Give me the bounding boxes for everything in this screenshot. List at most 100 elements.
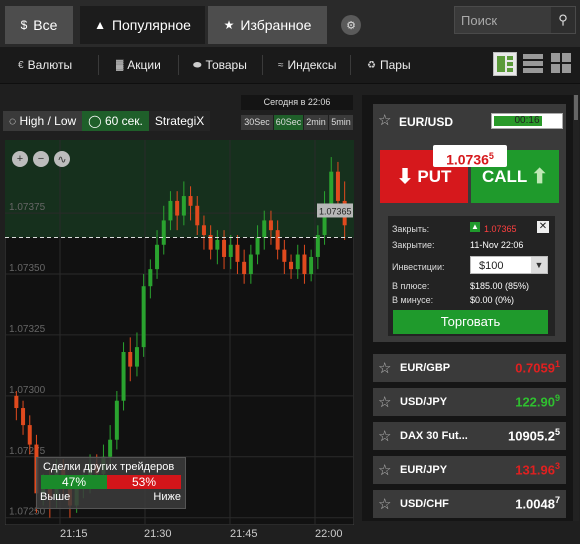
candle [262, 220, 267, 238]
asset-row[interactable]: ☆ USD/JPY 122.909 [373, 388, 566, 416]
close-label: Закрыть: [392, 224, 430, 234]
candle [134, 347, 139, 367]
close-icon[interactable]: ✕ [537, 221, 549, 233]
traders-up-percent: 47% [41, 475, 107, 489]
settings-icon[interactable]: ⚙ [341, 15, 361, 35]
star-icon[interactable]: ☆ [378, 359, 391, 377]
y-tick-label: 1.07275 [9, 446, 46, 457]
candle [21, 408, 26, 426]
active-asset-name: EUR/USD [399, 115, 454, 129]
mode-high-low[interactable]: ◌ High / Low [3, 111, 83, 131]
price-sup: 5 [554, 427, 560, 437]
timeframe-5min[interactable]: 5min [329, 115, 353, 130]
chevron-down-icon: ▼ [531, 257, 547, 273]
price-main: 1.0048 [515, 496, 555, 512]
currency-icon: € [18, 59, 24, 71]
mode-strategix[interactable]: StrategiX [148, 111, 211, 131]
price-sup: 1 [554, 359, 560, 369]
asset-row[interactable]: ☆ EUR/GBP 0.70591 [373, 354, 566, 382]
asset-price: 1.00487 [515, 495, 560, 511]
invest-value: $100 [479, 260, 504, 272]
star-icon[interactable]: ☆ [378, 393, 391, 411]
category-commodities[interactable]: ⬬ Товары [193, 58, 247, 72]
timeframe-60sec[interactable]: 60Sec [274, 115, 303, 130]
layout-single-icon[interactable] [493, 52, 517, 76]
category-stocks[interactable]: ▓ Акции [116, 58, 161, 72]
tab-label: Все [33, 17, 58, 33]
arrow-up-icon: ⬆ [531, 166, 549, 188]
candle [175, 200, 180, 216]
candle [181, 196, 186, 216]
candle [188, 196, 193, 206]
category-label: Товары [205, 58, 247, 72]
scrollbar[interactable] [573, 95, 579, 521]
star-icon[interactable]: ☆ [378, 495, 391, 513]
tab-favorites[interactable]: ★ Избранное [208, 6, 327, 44]
pairs-icon: ♻ [367, 59, 376, 71]
category-currencies[interactable]: € Валюты [18, 58, 72, 72]
invest-label: Инвестиции: [392, 262, 445, 272]
candle [248, 254, 253, 275]
price-main: 1.0736 [446, 151, 489, 168]
tab-popular[interactable]: ▲ Популярное [80, 6, 205, 44]
asset-price: 131.963 [515, 461, 560, 477]
candle [228, 244, 233, 257]
mode-60-sec[interactable]: ◯ 60 сек. [82, 111, 149, 131]
candle [302, 254, 307, 275]
asset-price: 122.909 [515, 393, 560, 409]
search-icon[interactable]: ⚲ [551, 7, 575, 33]
invest-select[interactable]: $100 ▼ [470, 256, 548, 274]
candle [222, 239, 227, 257]
candle [242, 261, 247, 275]
stocks-icon: ▓ [116, 59, 124, 71]
star-icon[interactable]: ☆ [378, 427, 391, 445]
divider [98, 55, 99, 75]
timeframe-30sec[interactable]: 30Sec [241, 115, 273, 130]
asset-row[interactable]: ☆ DAX 30 Fut... 10905.25 [373, 422, 566, 450]
x-tick-label: 21:15 [60, 528, 88, 540]
asset-row[interactable]: ☆ EUR/JPY 131.963 [373, 456, 566, 484]
expiry-label: Сегодня в 22:06 [241, 95, 353, 110]
profit-value: $185.00 (85%) [470, 281, 530, 291]
candle [121, 351, 126, 401]
timeframe-2min[interactable]: 2min [304, 115, 328, 130]
star-icon[interactable]: ☆ [378, 461, 391, 479]
candle [235, 244, 240, 262]
candle [108, 439, 113, 457]
asset-row[interactable]: ☆ USD/CHF 1.00487 [373, 490, 566, 518]
category-label: Индексы [287, 58, 337, 72]
y-tick-label: 1.07375 [9, 202, 46, 213]
tab-all[interactable]: $ Все [5, 6, 73, 44]
price-sup: 9 [554, 393, 560, 403]
divider [262, 55, 263, 75]
price-main: 10905.2 [507, 428, 555, 444]
search-input[interactable] [455, 11, 551, 29]
candle [309, 256, 314, 275]
star-icon[interactable]: ☆ [378, 111, 391, 129]
candle [161, 220, 166, 245]
profit-label: В плюсе: [392, 281, 430, 291]
asset-name: USD/JPY [400, 396, 448, 408]
candle [295, 254, 300, 270]
divider [178, 55, 179, 75]
traders-down-label: Ниже [153, 491, 181, 503]
asset-price: 0.70591 [515, 359, 560, 375]
layout-grid-icon[interactable] [550, 52, 572, 74]
layout-list-icon[interactable] [522, 52, 544, 74]
asset-name: EUR/GBP [400, 362, 451, 374]
trade-button[interactable]: Торговать [393, 310, 548, 334]
price-sup: 7 [554, 495, 560, 505]
indicators-icon[interactable]: ∿ [54, 151, 70, 167]
mode-label: StrategiX [154, 114, 205, 128]
closing-value: 11-Nov 22:06 [470, 240, 524, 250]
loss-value: $0.00 (0%) [470, 295, 515, 305]
category-pairs[interactable]: ♻ Пары [367, 58, 411, 72]
divider [350, 55, 351, 75]
category-indices[interactable]: ≈ Индексы [278, 58, 336, 72]
y-tick-label: 1.07350 [9, 263, 46, 274]
expiry-timer: 00:16 [491, 113, 563, 129]
zoom-in-icon[interactable]: + [12, 151, 28, 167]
category-label: Акции [127, 58, 161, 72]
zoom-out-icon[interactable]: − [33, 151, 49, 167]
mode-label: High / Low [19, 114, 77, 128]
